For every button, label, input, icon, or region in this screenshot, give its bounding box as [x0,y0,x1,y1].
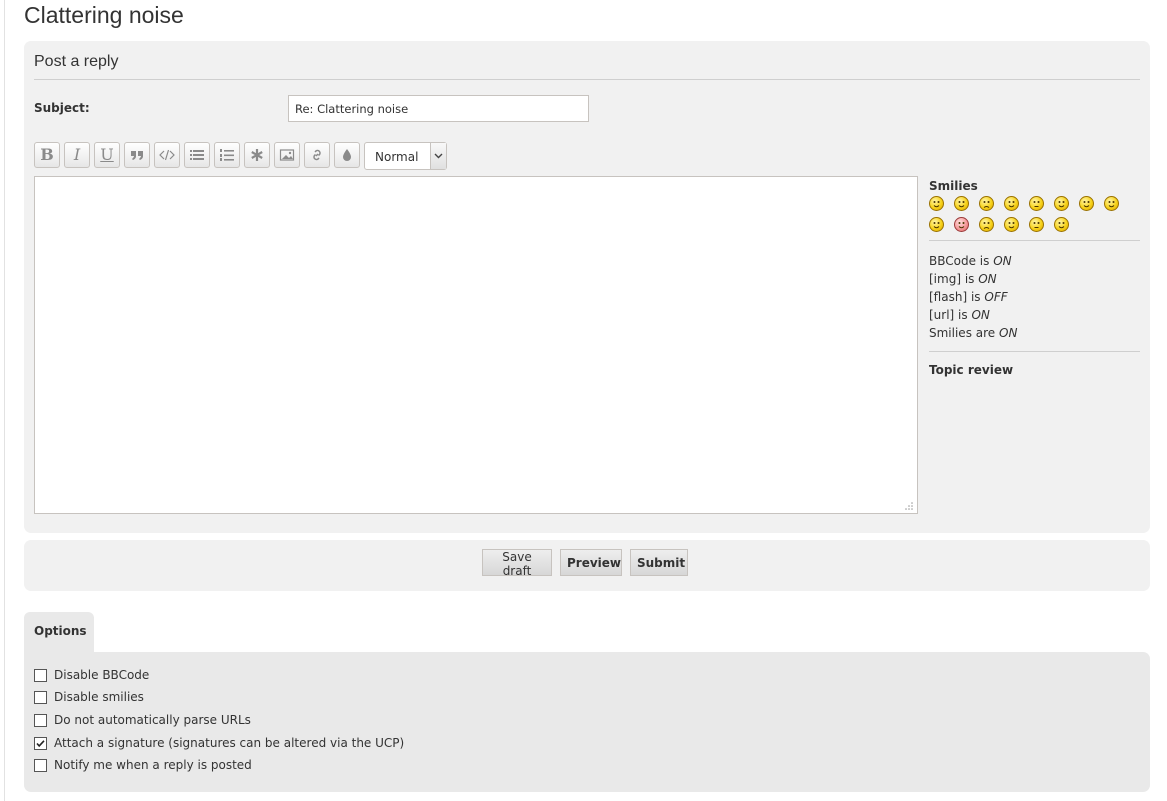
asterisk-icon [251,149,263,161]
link-icon [313,149,321,161]
status-value: OFF [984,290,1008,304]
smilies-heading: Smilies [929,179,978,193]
smiley-icon[interactable] [979,196,994,211]
font-size-value: Normal [375,150,419,164]
list-button[interactable] [184,142,210,168]
checkbox[interactable] [34,714,47,727]
underline-icon: U [100,145,114,164]
smiley-icon[interactable] [929,196,944,211]
italic-button[interactable]: I [64,142,90,168]
status-value: ON [971,308,990,322]
message-editor[interactable] [34,176,918,514]
status-value: ON [993,254,1012,268]
status-line: [url] is ON [929,306,1140,324]
option-label: Attach a signature (signatures can be al… [54,736,405,750]
image-button[interactable] [274,142,300,168]
sidebar-divider [929,351,1140,352]
post-reply-panel: Post a reply Subject: B I U [24,41,1150,533]
preview-button[interactable]: Preview [560,549,622,576]
quote-button[interactable] [124,142,150,168]
quote-icon [131,151,143,160]
list-icon [190,150,204,160]
italic-icon: I [73,145,81,164]
save-draft-button[interactable]: Save draft [482,549,552,578]
subject-label: Subject: [34,101,90,115]
submit-button[interactable]: Submit [630,549,688,576]
smiley-icon[interactable] [979,217,994,232]
underline-button[interactable]: U [94,142,120,168]
checkbox[interactable] [34,669,47,682]
smiley-icon[interactable] [1029,196,1044,211]
smiley-icon[interactable] [1004,196,1019,211]
smilies-grid [929,196,1140,240]
topic-review-link[interactable]: Topic review [929,363,1140,377]
font-size-select[interactable]: Normal [364,142,447,170]
status-line: Smilies are ON [929,324,1140,342]
status-label: BBCode is [929,254,990,268]
smiley-icon[interactable] [954,196,969,211]
smiley-icon[interactable] [1054,196,1069,211]
code-icon [159,149,175,161]
post-reply-heading: Post a reply [34,53,1140,80]
smiley-icon[interactable] [1004,217,1019,232]
editor-sidebar: Smilies BBCode is ON [img] is ON [flash]… [929,179,1140,377]
list-item-button[interactable] [244,142,270,168]
image-icon [279,149,295,161]
numbered-list-icon [220,149,234,161]
bold-icon: B [40,145,54,164]
option-label: Do not automatically parse URLs [54,713,251,727]
resize-grip-icon[interactable] [904,501,914,511]
smiley-icon[interactable] [1054,217,1069,232]
option-label: Notify me when a reply is posted [54,758,252,772]
form-actions-panel: Save draft Preview Submit [24,540,1150,591]
tab-options-label: Options [34,624,87,638]
page-left-border [4,0,5,801]
status-label: Smilies are [929,326,996,340]
numbered-list-button[interactable] [214,142,240,168]
status-value: ON [978,272,997,286]
option-label: Disable BBCode [54,668,150,682]
status-value: ON [999,326,1018,340]
link-button[interactable] [304,142,330,168]
smiley-icon[interactable] [929,217,944,232]
status-label: [url] is [929,308,968,322]
status-line: BBCode is ON [929,252,1140,270]
bold-button[interactable]: B [34,142,60,168]
smiley-icon[interactable] [1029,217,1044,232]
status-line: [flash] is OFF [929,288,1140,306]
droplet-icon [343,149,351,161]
page-title: Clattering noise [24,2,184,28]
color-button[interactable] [334,142,360,168]
smiley-icon[interactable] [954,217,969,232]
option-label: Disable smilies [54,690,144,704]
chevron-down-icon [430,143,446,169]
checkbox-checked[interactable] [34,737,47,750]
checkmark-icon [36,740,45,748]
tab-options[interactable]: Options [24,612,94,653]
subject-input[interactable] [288,95,589,122]
smiley-icon[interactable] [1104,196,1119,211]
bbcode-status-list: BBCode is ON [img] is ON [flash] is OFF … [929,241,1140,351]
smiley-icon[interactable] [1079,196,1094,211]
status-label: [flash] is [929,290,981,304]
status-label: [img] is [929,272,975,286]
options-panel: Disable BBCode Disable smilies Do not au… [24,652,1150,792]
checkbox[interactable] [34,759,47,772]
status-line: [img] is ON [929,270,1140,288]
code-button[interactable] [154,142,180,168]
checkbox[interactable] [34,691,47,704]
